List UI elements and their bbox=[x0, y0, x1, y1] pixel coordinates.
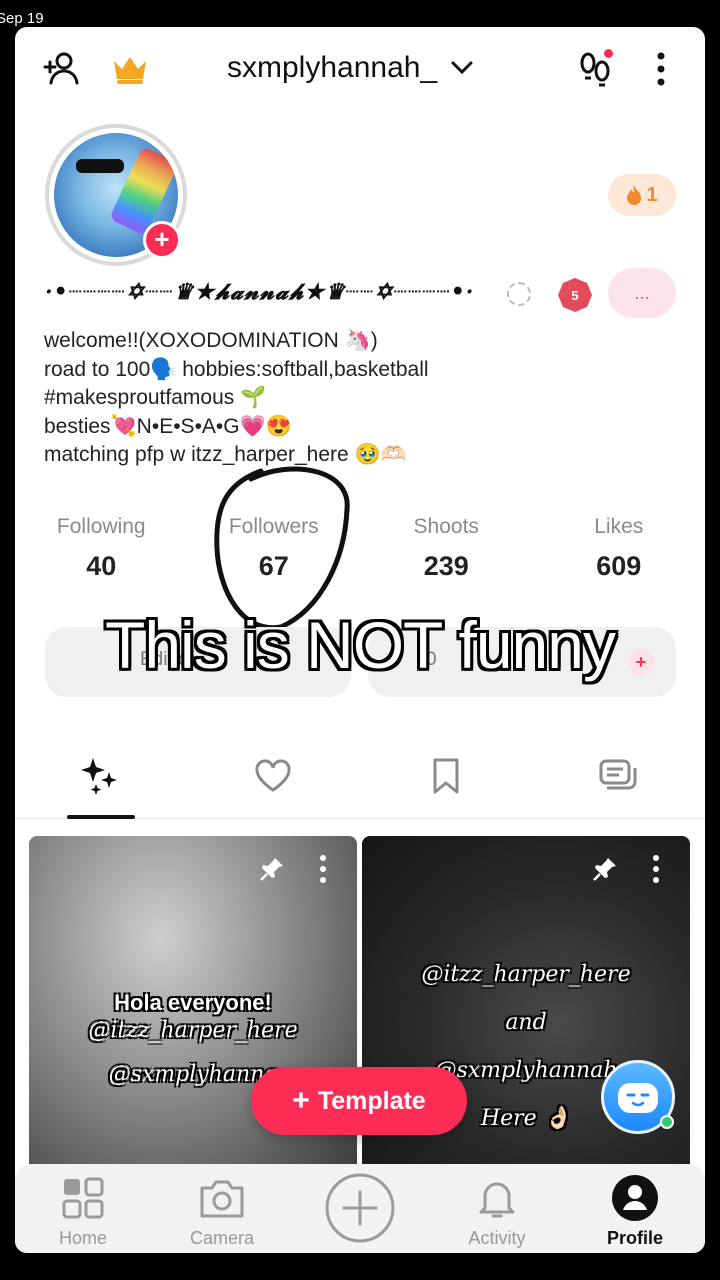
stat-likes[interactable]: Likes 609 bbox=[533, 515, 706, 582]
flame-icon bbox=[627, 185, 642, 205]
nav-profile[interactable]: Profile bbox=[580, 1172, 690, 1249]
home-grid-icon bbox=[28, 1172, 138, 1224]
bell-icon bbox=[442, 1172, 552, 1224]
verified-icon[interactable] bbox=[507, 282, 531, 306]
tab-likes[interactable] bbox=[248, 751, 298, 801]
top-bar: sxmplyhannah_ bbox=[15, 27, 705, 107]
template-button[interactable]: + Template bbox=[251, 1067, 467, 1135]
nav-create[interactable] bbox=[305, 1172, 415, 1244]
add-story-button[interactable]: + bbox=[143, 221, 181, 259]
nav-label: Profile bbox=[606, 1228, 663, 1248]
bookmark-icon bbox=[433, 758, 459, 794]
create-plus-icon bbox=[305, 1172, 415, 1244]
profile-icon bbox=[580, 1172, 690, 1224]
overlay-caption: This is NOT funny bbox=[105, 608, 616, 682]
bottom-nav: Home Camera Activity Profile bbox=[15, 1164, 705, 1253]
level-badge[interactable]: 5 bbox=[557, 277, 593, 313]
profile-screen: sxmplyhannah_ + 1 ·•┈┈┈┈✡┈┈♛★𝓱𝓪𝓷𝓷𝓪𝓱★♛┈┈✡… bbox=[15, 27, 705, 1253]
plus-icon: + bbox=[292, 1084, 310, 1117]
collections-icon bbox=[599, 759, 637, 790]
camera-icon bbox=[167, 1172, 277, 1224]
stat-label: Following bbox=[56, 515, 146, 538]
bio-line: besties💘N•E•S•A•G💗😍 bbox=[44, 414, 292, 438]
stats-row: Following 40 Followers 67 Shoots 239 Lik… bbox=[15, 515, 705, 582]
chevron-down-icon bbox=[451, 61, 473, 75]
tab-posts[interactable] bbox=[76, 751, 126, 801]
fire-count: 1 bbox=[646, 183, 658, 206]
fire-badge[interactable]: 1 bbox=[608, 174, 676, 216]
nav-label: Home bbox=[58, 1228, 107, 1248]
tile-caption: and bbox=[505, 1010, 547, 1035]
bio-line: #makesproutfamous 🌱 bbox=[44, 386, 267, 409]
bio: welcome!!(XOXODOMINATION 🦄) road to 100🗣… bbox=[44, 327, 429, 470]
stat-following[interactable]: Following 40 bbox=[15, 515, 188, 582]
display-name: ·•┈┈┈┈✡┈┈♛★𝓱𝓪𝓷𝓷𝓪𝓱★♛┈┈✡┈┈┈┈•· bbox=[45, 279, 475, 305]
nav-activity[interactable]: Activity bbox=[442, 1172, 552, 1249]
crown-icon[interactable] bbox=[108, 47, 152, 91]
pin-icon bbox=[260, 858, 283, 881]
stat-value: 609 bbox=[596, 551, 642, 581]
active-tab-indicator bbox=[67, 815, 135, 819]
username: sxmplyhannah_ bbox=[227, 51, 438, 84]
bio-line: welcome!!(XOXODOMINATION 🦄) bbox=[44, 329, 378, 352]
tab-saved[interactable] bbox=[421, 751, 471, 801]
profile-tabs bbox=[15, 745, 705, 819]
online-dot bbox=[660, 1115, 674, 1129]
tile-caption: Hola everyone! bbox=[114, 990, 272, 1015]
stat-value: 40 bbox=[86, 551, 117, 581]
notification-dot bbox=[604, 49, 613, 58]
username-switcher[interactable]: sxmplyhannah_ bbox=[227, 51, 473, 85]
assistant-bot-button[interactable] bbox=[601, 1060, 675, 1134]
level-number: 5 bbox=[571, 288, 578, 303]
nav-label: Camera bbox=[189, 1228, 255, 1248]
tile-menu-icon[interactable] bbox=[313, 854, 333, 884]
tile-caption: @itzz_harper_here bbox=[88, 1018, 298, 1043]
more-menu-icon[interactable] bbox=[639, 47, 683, 91]
bio-line: road to 100🗣️ hobbies:softball,basketbal… bbox=[44, 357, 429, 381]
template-label: Template bbox=[317, 1086, 426, 1115]
stat-label: Shoots bbox=[413, 515, 479, 538]
profile-more-button[interactable]: ... bbox=[608, 268, 676, 318]
nav-home[interactable]: Home bbox=[28, 1172, 138, 1249]
footprints-icon[interactable] bbox=[573, 47, 617, 91]
pin-icon bbox=[593, 858, 616, 881]
stat-value: 239 bbox=[423, 551, 469, 581]
nav-label: Activity bbox=[468, 1228, 526, 1248]
nav-camera[interactable]: Camera bbox=[167, 1172, 277, 1249]
stat-label: Likes bbox=[594, 515, 644, 538]
bot-icon bbox=[618, 1083, 658, 1113]
tab-collections[interactable] bbox=[593, 751, 643, 801]
tile-caption: @itzz_harper_here bbox=[421, 962, 631, 987]
tile-menu-icon[interactable] bbox=[646, 854, 666, 884]
hand-drawn-circle bbox=[214, 466, 350, 631]
heart-icon bbox=[255, 759, 291, 792]
stat-shoots[interactable]: Shoots 239 bbox=[360, 515, 533, 582]
status-date: Sep 19 bbox=[0, 10, 44, 27]
add-friend-icon[interactable] bbox=[39, 47, 83, 91]
sparkle-icon bbox=[81, 758, 117, 795]
